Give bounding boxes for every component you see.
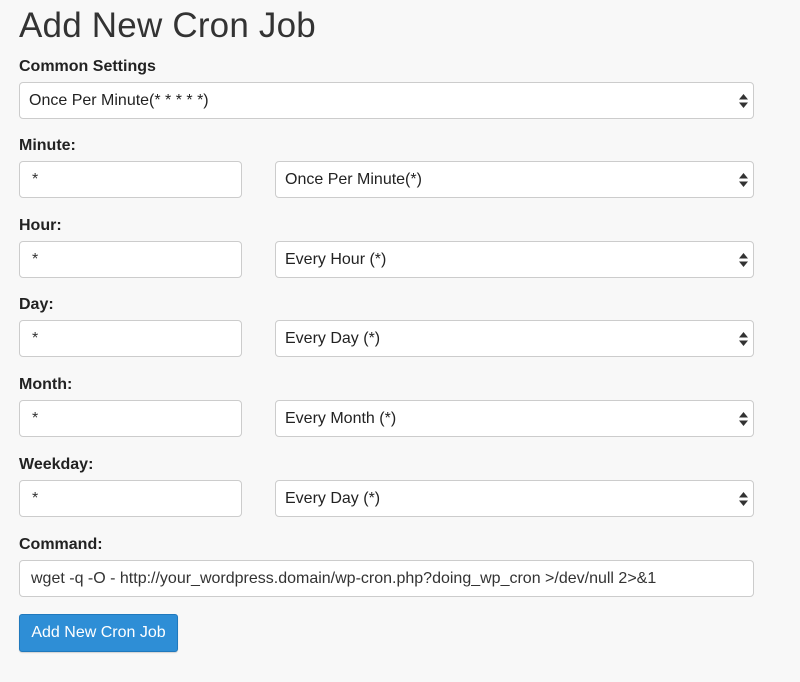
command-label: Command: bbox=[19, 536, 103, 553]
command-input-value: wget -q -O - http://your_wordpress.domai… bbox=[31, 569, 657, 587]
up-down-arrows-icon bbox=[739, 172, 748, 187]
day-select-selected: Every Day (*) bbox=[285, 329, 381, 347]
weekday-select-selected: Every Day (*) bbox=[285, 489, 381, 507]
month-label: Month: bbox=[19, 376, 73, 393]
hour-select[interactable]: Every Hour (*) bbox=[275, 241, 754, 278]
minute-input-value: * bbox=[32, 170, 39, 188]
month-select[interactable]: Every Month (*) bbox=[275, 400, 754, 437]
up-down-arrows-icon bbox=[739, 252, 748, 267]
day-input-value: * bbox=[32, 329, 39, 347]
hour-label: Hour: bbox=[19, 217, 62, 234]
up-down-arrows-icon bbox=[739, 411, 748, 426]
day-label: Day: bbox=[19, 296, 54, 313]
minute-label: Minute: bbox=[19, 137, 76, 154]
up-down-arrows-icon bbox=[739, 491, 748, 506]
hour-input-value: * bbox=[32, 250, 39, 268]
hour-input[interactable]: * bbox=[19, 241, 242, 278]
weekday-label: Weekday: bbox=[19, 456, 94, 473]
add-new-cron-job-button[interactable]: Add New Cron Job bbox=[19, 614, 178, 652]
common-settings-label: Common Settings bbox=[19, 58, 156, 75]
page-title: Add New Cron Job bbox=[19, 6, 316, 45]
weekday-select[interactable]: Every Day (*) bbox=[275, 480, 754, 517]
minute-select-selected: Once Per Minute(*) bbox=[285, 170, 422, 188]
common-settings-select[interactable]: Once Per Minute(* * * * *) bbox=[19, 82, 754, 119]
month-input-value: * bbox=[32, 409, 39, 427]
weekday-input-value: * bbox=[32, 489, 39, 507]
command-input[interactable]: wget -q -O - http://your_wordpress.domai… bbox=[19, 560, 754, 597]
month-input[interactable]: * bbox=[19, 400, 242, 437]
hour-select-selected: Every Hour (*) bbox=[285, 250, 387, 268]
up-down-arrows-icon bbox=[739, 331, 748, 346]
up-down-arrows-icon bbox=[739, 93, 748, 108]
day-select[interactable]: Every Day (*) bbox=[275, 320, 754, 357]
minute-select[interactable]: Once Per Minute(*) bbox=[275, 161, 754, 198]
minute-input[interactable]: * bbox=[19, 161, 242, 198]
month-select-selected: Every Month (*) bbox=[285, 409, 397, 427]
common-settings-selected: Once Per Minute(* * * * *) bbox=[29, 91, 209, 109]
day-input[interactable]: * bbox=[19, 320, 242, 357]
add-new-cron-job-button-label: Add New Cron Job bbox=[31, 624, 166, 641]
weekday-input[interactable]: * bbox=[19, 480, 242, 517]
